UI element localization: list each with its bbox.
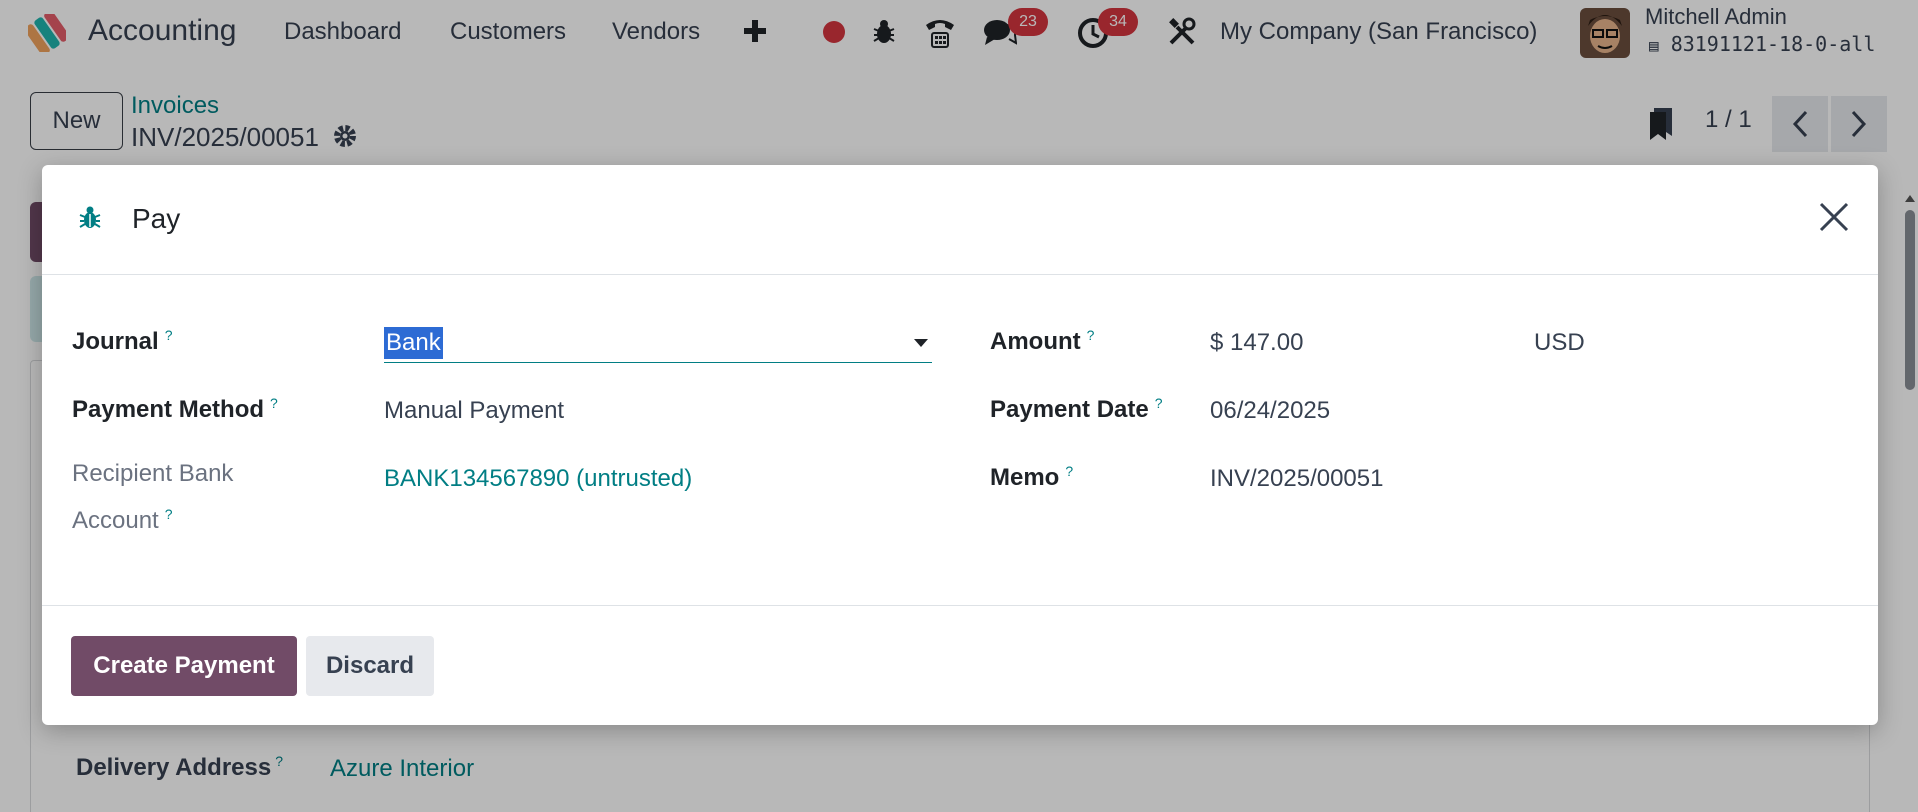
recipient-bank-label-line2: Account xyxy=(72,507,159,534)
recipient-bank-label-line1: Recipient Bank xyxy=(72,460,234,487)
caret-down-icon xyxy=(914,338,928,347)
journal-label-text: Journal xyxy=(72,328,159,355)
help-tooltip-icon[interactable]: ? xyxy=(1065,463,1073,479)
help-tooltip-icon[interactable]: ? xyxy=(1087,327,1095,343)
payment-date-label-text: Payment Date xyxy=(990,396,1149,423)
help-tooltip-icon[interactable]: ? xyxy=(165,327,173,343)
journal-label: Journal? xyxy=(72,327,172,356)
pay-dialog: Pay Journal? Bank Payment Method? Manual… xyxy=(42,165,1878,725)
dialog-header: Pay xyxy=(42,165,1878,275)
payment-date-label: Payment Date? xyxy=(990,395,1163,424)
help-tooltip-icon[interactable]: ? xyxy=(165,506,173,522)
journal-selected-value: Bank xyxy=(384,326,443,359)
amount-label-text: Amount xyxy=(990,328,1081,355)
recipient-bank-account-link[interactable]: BANK134567890 (untrusted) xyxy=(384,465,692,493)
amount-input[interactable]: $ 147.00 xyxy=(1210,329,1303,357)
journal-select[interactable]: Bank xyxy=(384,323,932,363)
help-tooltip-icon[interactable]: ? xyxy=(270,395,278,411)
close-icon[interactable] xyxy=(1818,201,1850,238)
memo-label: Memo? xyxy=(990,463,1073,492)
help-tooltip-icon[interactable]: ? xyxy=(1155,395,1163,411)
memo-label-text: Memo xyxy=(990,464,1060,491)
recipient-bank-label-line2-wrap: Account? xyxy=(72,494,233,541)
dialog-footer: Create Payment Discard xyxy=(42,605,1878,725)
create-payment-button[interactable]: Create Payment xyxy=(71,636,297,696)
discard-button[interactable]: Discard xyxy=(306,636,434,696)
payment-method-value[interactable]: Manual Payment xyxy=(384,397,564,425)
payment-method-label-text: Payment Method xyxy=(72,396,265,423)
amount-label: Amount? xyxy=(990,327,1094,356)
payment-method-label: Payment Method? xyxy=(72,395,278,424)
memo-input[interactable]: INV/2025/00051 xyxy=(1210,465,1383,493)
debug-bug-icon[interactable] xyxy=(78,205,102,236)
recipient-bank-account-label: Recipient Bank Account? xyxy=(72,454,233,541)
currency-select[interactable]: USD xyxy=(1534,329,1585,357)
payment-date-input[interactable]: 06/24/2025 xyxy=(1210,397,1330,425)
dialog-title: Pay xyxy=(132,203,181,234)
